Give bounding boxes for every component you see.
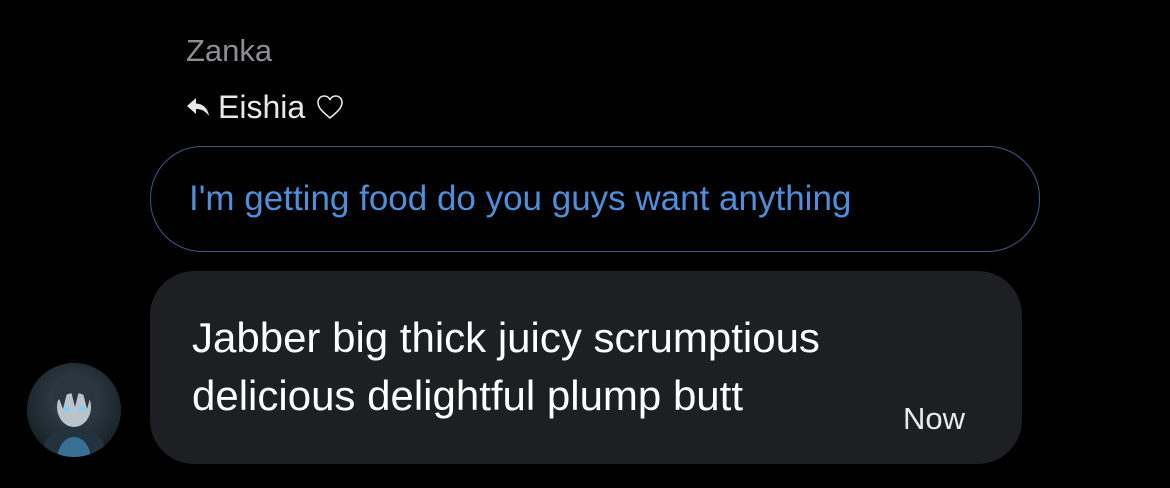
- message-line: delicious delightful plump butt: [192, 372, 744, 419]
- quoted-message-bubble[interactable]: I'm getting food do you guys want anythi…: [150, 146, 1040, 252]
- message-timestamp: Now: [903, 401, 966, 436]
- reply-arrow-icon: [186, 95, 210, 119]
- reply-context[interactable]: Eishia: [186, 86, 345, 128]
- message-bubble[interactable]: Jabber big thick juicy scrumptious delic…: [150, 271, 1022, 464]
- user-avatar: [27, 363, 121, 457]
- heart-outline-icon: [315, 92, 345, 122]
- sender-name: Zanka: [186, 33, 273, 68]
- avatar[interactable]: [27, 363, 121, 457]
- message-line: Jabber big thick juicy scrumptious: [192, 314, 820, 361]
- message-text: Jabber big thick juicy scrumptious delic…: [192, 309, 820, 425]
- reply-to-name: Eishia: [218, 89, 306, 125]
- quoted-message-text: I'm getting food do you guys want anythi…: [189, 179, 852, 218]
